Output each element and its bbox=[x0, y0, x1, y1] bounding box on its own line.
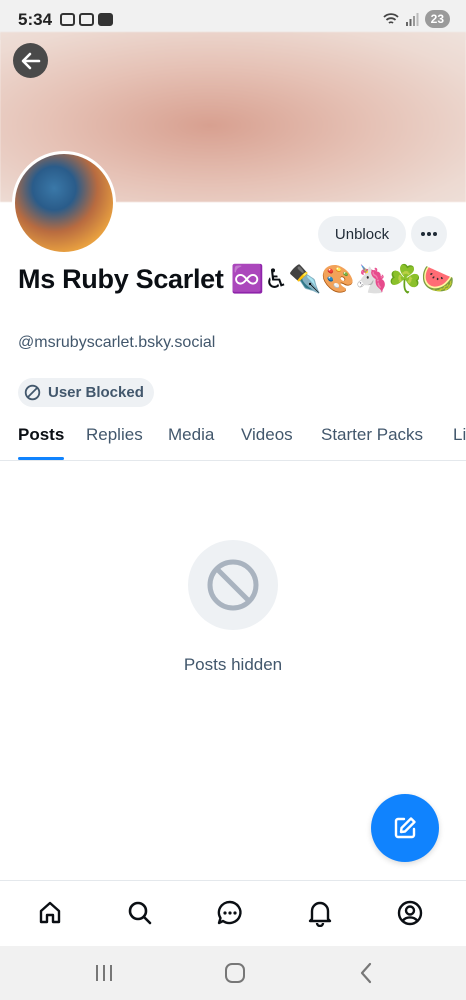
status-notification-icons bbox=[60, 13, 113, 26]
nav-notifications[interactable] bbox=[304, 897, 336, 929]
profile-icon bbox=[397, 900, 423, 926]
block-icon bbox=[24, 384, 41, 401]
back-chevron-icon bbox=[360, 962, 372, 984]
system-home-button[interactable] bbox=[222, 960, 248, 986]
home-icon bbox=[39, 901, 61, 924]
gmail-icon bbox=[79, 13, 94, 26]
search-icon bbox=[128, 901, 152, 925]
compose-icon bbox=[394, 817, 416, 839]
tabs-divider bbox=[0, 460, 466, 461]
nav-chat[interactable] bbox=[214, 897, 246, 929]
blocked-badge-label: User Blocked bbox=[48, 384, 144, 401]
battery-level: 23 bbox=[424, 10, 450, 28]
compose-button[interactable] bbox=[371, 794, 439, 862]
tab-posts[interactable]: Posts bbox=[18, 425, 64, 445]
recents-icon bbox=[96, 965, 112, 981]
more-options-button[interactable] bbox=[411, 216, 447, 252]
unblock-button[interactable]: Unblock bbox=[318, 216, 406, 252]
system-recents-button[interactable] bbox=[91, 960, 117, 986]
screenshot-icon bbox=[60, 13, 75, 26]
nav-profile[interactable] bbox=[394, 897, 426, 929]
posts-hidden-illustration bbox=[188, 540, 278, 630]
tab-starter-packs[interactable]: Starter Packs bbox=[321, 425, 423, 445]
avatar[interactable] bbox=[12, 151, 116, 255]
nav-search[interactable] bbox=[124, 897, 156, 929]
ellipsis-icon bbox=[421, 232, 437, 236]
nav-home[interactable] bbox=[34, 897, 66, 929]
chat-icon bbox=[217, 900, 242, 925]
system-back-button[interactable] bbox=[353, 960, 379, 986]
display-name: Ms Ruby Scarlet ♾️♿✒️🎨🦄☘️🍉 bbox=[18, 264, 455, 294]
tab-replies[interactable]: Replies bbox=[86, 425, 143, 445]
status-time: 5:34 bbox=[18, 10, 53, 29]
tab-media[interactable]: Media bbox=[168, 425, 214, 445]
system-nav-bar bbox=[0, 946, 466, 1000]
profile-tabs: Posts Replies Media Videos Starter Packs… bbox=[0, 412, 466, 460]
wifi-icon bbox=[383, 12, 399, 24]
bell-icon bbox=[308, 901, 332, 927]
back-button[interactable] bbox=[13, 43, 48, 78]
status-system-icons: 23 bbox=[383, 10, 450, 28]
user-blocked-badge: User Blocked bbox=[18, 378, 154, 407]
tab-videos[interactable]: Videos bbox=[241, 425, 293, 445]
youtube-icon bbox=[98, 13, 113, 26]
tab-likes[interactable]: Likes bbox=[453, 425, 466, 445]
arrow-left-icon bbox=[21, 52, 40, 69]
posts-hidden-text: Posts hidden bbox=[183, 655, 283, 674]
block-icon bbox=[207, 559, 259, 611]
bottom-nav bbox=[0, 880, 466, 946]
home-circle-icon bbox=[225, 963, 245, 983]
profile-handle: @msrubyscarlet.bsky.social bbox=[18, 334, 216, 351]
signal-icon bbox=[405, 12, 419, 26]
